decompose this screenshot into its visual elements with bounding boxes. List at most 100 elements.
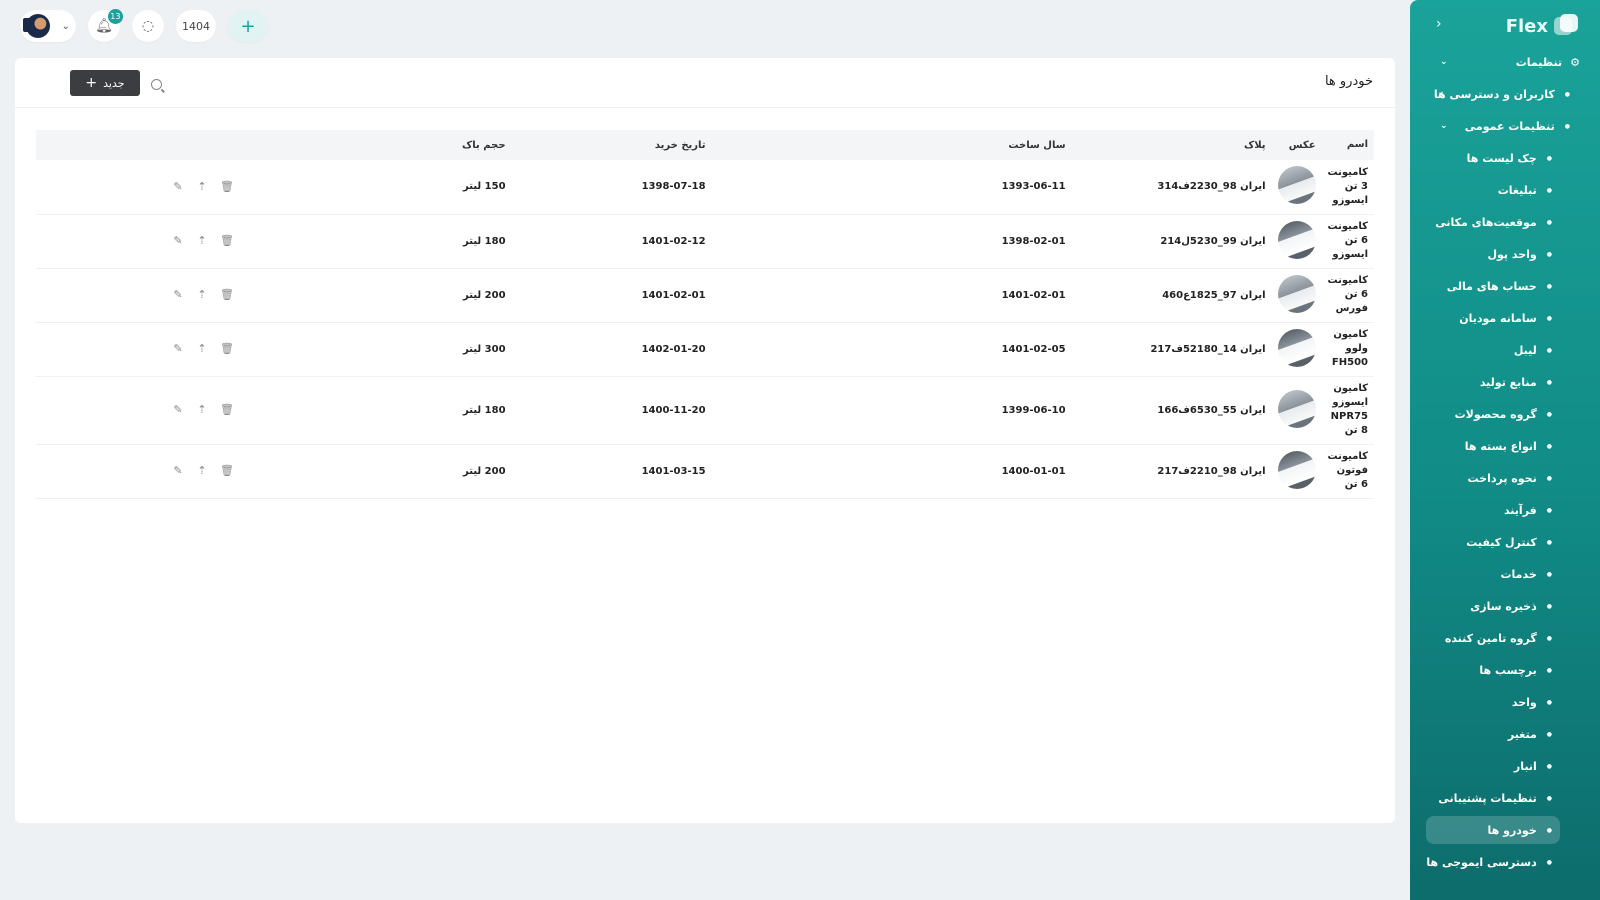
edit-icon[interactable]: ✎ <box>172 404 184 416</box>
vehicle-photo-cell <box>1272 444 1322 498</box>
search-icon[interactable] <box>151 79 162 90</box>
fiscal-year-selector[interactable]: 1404 <box>176 10 216 42</box>
bullet-icon: ● <box>1546 858 1552 866</box>
upload-icon[interactable]: ⇡ <box>196 404 208 416</box>
bullet-icon: ● <box>1564 90 1570 98</box>
bullet-icon: ● <box>1546 666 1552 674</box>
vehicle-photo <box>1277 450 1316 489</box>
topbar: ⌄ 🔔︎ 13 ◌ 1404 + <box>20 9 268 42</box>
edit-icon[interactable]: ✎ <box>172 289 184 301</box>
sidebar-item-package-types[interactable]: انواع بسته ها ● <box>1410 430 1600 462</box>
upload-icon[interactable]: ⇡ <box>196 465 208 477</box>
sidebar-item-taxpayer-system[interactable]: سامانه مودیان ● <box>1410 302 1600 334</box>
col-photo[interactable]: عکس <box>1272 130 1322 160</box>
table-row[interactable]: کامیونت فوتون 6 تن ایران 98_2210ف217 140… <box>36 444 1374 498</box>
edit-icon[interactable]: ✎ <box>172 235 184 247</box>
sidebar-item-financial-accounts[interactable]: حساب های مالی ● <box>1410 270 1600 302</box>
notifications-button[interactable]: 🔔︎ 13 <box>88 9 123 42</box>
sidebar-item-locations[interactable]: موقعیت‌های مکانی ● <box>1410 206 1600 238</box>
sidebar-item-label: واحد <box>1511 695 1537 709</box>
sidebar-item-label: تبلیغات <box>1497 183 1537 197</box>
vehicle-tank-volume: 180 لیتر <box>463 404 506 416</box>
sidebar-item-storage[interactable]: ذخیره سازی ● <box>1410 590 1600 622</box>
sidebar-item-label: کنترل کیفیت <box>1466 535 1537 549</box>
bullet-icon: ● <box>1546 826 1552 834</box>
sidebar-item-variables[interactable]: متغیر ● <box>1410 718 1600 750</box>
sidebar-item-label-settings[interactable]: لیبل ● <box>1410 334 1600 366</box>
sidebar-item-checklists[interactable]: چک لیست ها ● <box>1410 142 1600 174</box>
vehicle-tank-volume: 150 لیتر <box>463 181 506 193</box>
sidebar-item-label: متغیر <box>1507 727 1537 741</box>
sidebar-item-warehouse[interactable]: انبار ● <box>1410 750 1600 782</box>
table-row[interactable]: کامیون ایسوزو NPR75 8 تن ایران 55_6530ف1… <box>36 376 1374 444</box>
table-row[interactable]: کامیون ولوو FH500 ایران 14_52180ف217 140… <box>36 322 1374 376</box>
vehicle-photo <box>1277 274 1316 313</box>
chevron-down-icon: ⌄ <box>1440 121 1448 131</box>
sidebar-item-label: حساب های مالی <box>1446 279 1537 293</box>
col-name[interactable]: اسم <box>1322 130 1374 160</box>
sidebar-item-supplier-groups[interactable]: گروه تامین کننده ● <box>1410 622 1600 654</box>
vehicle-build-year: 1393-06-11 <box>1001 181 1066 193</box>
sidebar-item-label: گروه محصولات <box>1454 407 1537 421</box>
upload-icon[interactable]: ⇡ <box>196 180 208 193</box>
sidebar-item-users-access[interactable]: ‹ کاربران و دسترسی ها ● <box>1410 78 1600 110</box>
chevron-right-icon[interactable]: › <box>1436 16 1442 32</box>
sidebar-item-production-resources[interactable]: منابع تولید ● <box>1410 366 1600 398</box>
sidebar-item-quality-control[interactable]: کنترل کیفیت ● <box>1410 526 1600 558</box>
new-vehicle-button[interactable]: + جدید <box>70 70 140 96</box>
upload-icon[interactable]: ⇡ <box>196 289 208 301</box>
upload-icon[interactable]: ⇡ <box>196 343 208 355</box>
sidebar-item-tags[interactable]: برچسب ها ● <box>1410 654 1600 686</box>
chevron-left-icon: ‹ <box>1440 89 1444 99</box>
row-actions: ✎ ⇡ 🗑︎ <box>36 376 292 444</box>
table-row[interactable]: کامیونت 6 تن فورس ایران 97_1825ع460 1401… <box>36 268 1374 322</box>
upload-icon[interactable]: ⇡ <box>196 235 208 247</box>
col-tank-volume[interactable]: حجم باک <box>292 130 512 160</box>
avatar <box>23 14 50 38</box>
page-title: خودرو ها <box>1324 74 1373 89</box>
sidebar-item-currency[interactable]: واحد پول ● <box>1410 238 1600 270</box>
trash-icon[interactable]: 🗑︎ <box>220 343 234 355</box>
row-actions: ✎ ⇡ 🗑︎ <box>36 214 292 268</box>
sidebar-item-ads[interactable]: تبلیغات ● <box>1410 174 1600 206</box>
sidebar-item-support-settings[interactable]: تنظیمات پشتیبانی ● <box>1410 782 1600 814</box>
trash-icon[interactable]: 🗑︎ <box>220 289 234 301</box>
edit-icon[interactable]: ✎ <box>172 180 184 193</box>
bullet-icon: ● <box>1546 794 1552 802</box>
vehicle-name: کامیونت 6 تن ایسوزو <box>1327 221 1368 260</box>
trash-icon[interactable]: 🗑︎ <box>220 180 234 193</box>
trash-icon[interactable]: 🗑︎ <box>220 404 234 416</box>
sidebar-item-settings[interactable]: ⌄ تنظیمات ⚙ <box>1410 46 1600 78</box>
bullet-icon: ● <box>1546 218 1552 226</box>
table-row[interactable]: کامیونت 6 تن ایسوزو ایران 99_5230ل214 13… <box>36 214 1374 268</box>
bullet-icon: ● <box>1546 250 1552 258</box>
quick-add-button[interactable]: + <box>228 10 268 42</box>
new-button-label: جدید <box>103 76 125 90</box>
trash-icon[interactable]: 🗑︎ <box>220 235 234 247</box>
col-build-year[interactable]: سال ساخت <box>712 130 1072 160</box>
vehicle-tank-volume: 180 لیتر <box>463 235 506 247</box>
edit-icon[interactable]: ✎ <box>172 465 184 477</box>
sidebar-item-label: نحوه پرداخت <box>1467 471 1537 485</box>
trash-icon[interactable]: 🗑︎ <box>220 465 234 477</box>
support-button[interactable]: ◌ <box>132 10 164 42</box>
col-purchase-date[interactable]: تاریخ خرید <box>512 130 712 160</box>
edit-icon[interactable]: ✎ <box>172 343 184 355</box>
sidebar-item-label: چک لیست ها <box>1466 151 1537 165</box>
vehicles-table: اسم عکس پلاک سال ساخت تاریخ خرید حجم باک… <box>36 130 1374 499</box>
sidebar-item-services[interactable]: خدمات ● <box>1410 558 1600 590</box>
user-menu[interactable]: ⌄ <box>20 10 76 42</box>
sidebar-item-units[interactable]: واحد ● <box>1410 686 1600 718</box>
vehicle-photo-cell <box>1272 376 1322 444</box>
col-plate[interactable]: پلاک <box>1072 130 1272 160</box>
table-row[interactable]: کامیونت 3 تن ایسوزو ایران 98_2230ف314 13… <box>36 160 1374 214</box>
chevron-down-icon: ⌄ <box>61 20 70 32</box>
sidebar-item-process[interactable]: فرآیند ● <box>1410 494 1600 526</box>
sidebar-item-payment-methods[interactable]: نحوه پرداخت ● <box>1410 462 1600 494</box>
sidebar-item-label: ذخیره سازی <box>1470 599 1537 613</box>
sidebar-item-product-groups[interactable]: گروه محصولات ● <box>1410 398 1600 430</box>
sidebar-item-vehicles[interactable]: خودرو ها ● <box>1410 814 1600 846</box>
sidebar-item-general-settings[interactable]: ⌄ تنظیمات عمومی ● <box>1410 110 1600 142</box>
sidebar-item-emoji-access[interactable]: دسترسی ایموجی ها ● <box>1410 846 1600 878</box>
bullet-icon: ● <box>1546 762 1552 770</box>
